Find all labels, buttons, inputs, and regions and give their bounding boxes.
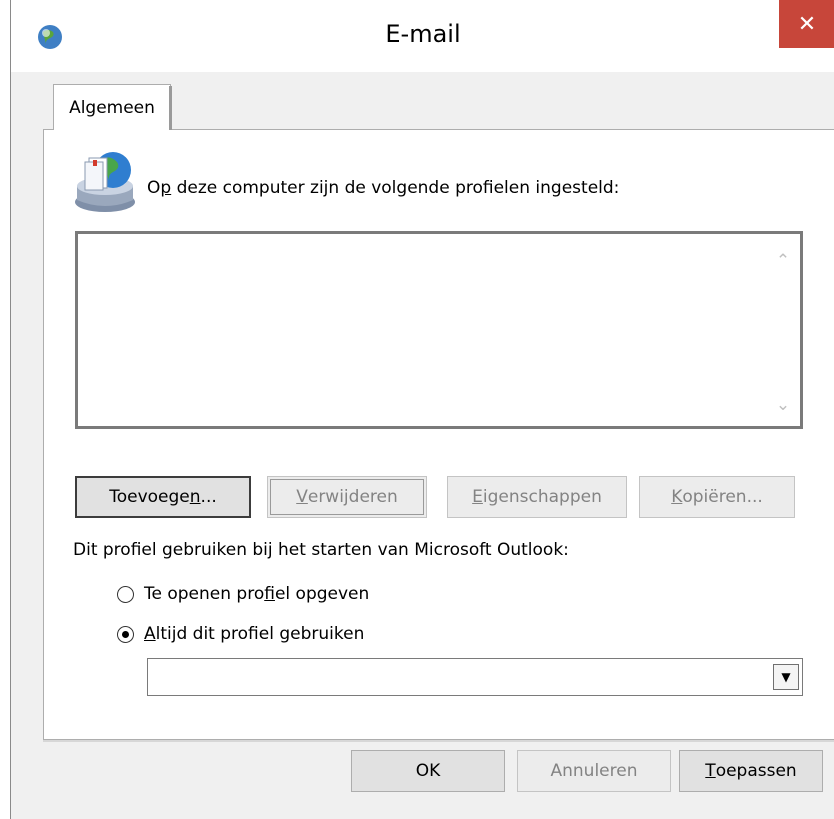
add-profile-button[interactable]: Toevoege n... [75,476,251,518]
startup-profile-label: Dit profiel gebruiken bij het starten va… [73,540,569,560]
scroll-up-icon[interactable]: ⌃ [766,244,800,278]
remove-profile-button[interactable]: Verwijderen [267,476,427,518]
tab-label: Algemeen [69,97,155,118]
radio-always-use-profile[interactable]: Altijd dit profiel gebruiken [117,624,364,644]
profiles-listbox[interactable]: ⌃ ⌄ [75,231,803,429]
profiles-label: Op deze computer zijn de volgende profie… [147,178,620,198]
ok-button[interactable]: OK [351,750,505,792]
title-bar[interactable]: E-mail ✕ [11,0,834,72]
copy-profile-button[interactable]: Kopiëren... [639,476,795,518]
listbox-scrollbar[interactable]: ⌃ ⌄ [766,234,800,426]
radio-button-selected[interactable] [117,625,134,643]
close-button[interactable]: ✕ [779,0,834,48]
mail-profiles-icon [75,152,135,212]
tab-algemeen[interactable]: Algemeen [53,84,171,130]
profile-select[interactable]: ▼ [147,658,803,696]
tab-edge-shadow [169,86,172,130]
apply-button[interactable]: Toepassen [679,750,823,792]
tab-panel-algemeen [43,129,834,740]
email-dialog: E-mail ✕ Algemeen Op deze computer zijn … [10,0,834,819]
radio-label: Te openen profiel opgeven [144,584,370,604]
properties-button[interactable]: Eigenschappen [447,476,627,518]
radio-button[interactable] [117,585,134,603]
scroll-down-icon[interactable]: ⌄ [766,388,800,422]
footer-divider [43,740,834,742]
close-icon: ✕ [797,11,817,37]
radio-prompt-profile[interactable]: Te openen profiel opgeven [117,584,369,604]
focus-rectangle [270,479,424,515]
radio-label: Altijd dit profiel gebruiken [144,624,365,644]
chevron-down-icon[interactable]: ▼ [773,664,799,690]
cancel-button[interactable]: Annuleren [517,750,671,792]
window-title: E-mail [385,20,461,48]
